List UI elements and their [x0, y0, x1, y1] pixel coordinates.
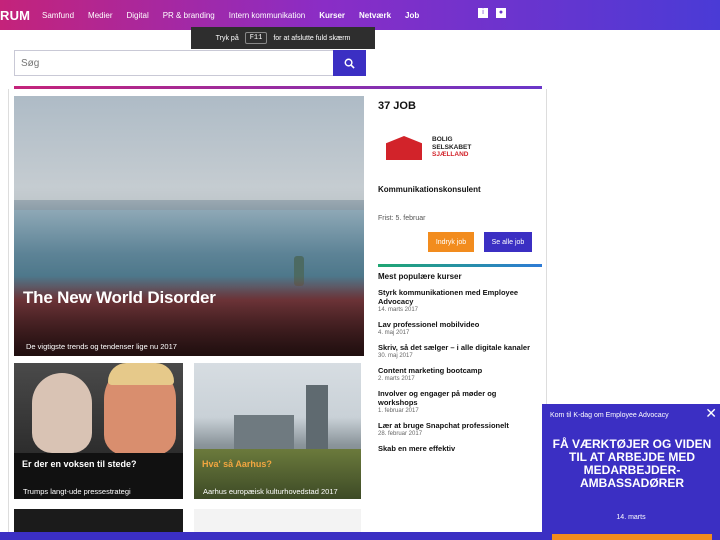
header-icons: i ●: [478, 8, 506, 18]
card-caption: Aarhus europæisk kulturhovedstad 2017: [203, 487, 338, 496]
company-line-1: BOLIG: [432, 136, 453, 143]
all-jobs-button[interactable]: Se alle job: [484, 232, 532, 252]
course-item[interactable]: Skab en mere effektiv: [378, 444, 538, 453]
course-item[interactable]: Content marketing bootcamp 2. marts 2017: [378, 366, 538, 382]
course-list: Styrk kommunikationen med Employee Advoc…: [378, 288, 538, 460]
promo-signup-button[interactable]: [552, 534, 712, 540]
search-box: [14, 50, 366, 76]
course-title[interactable]: Styrk kommunikationen med Employee Advoc…: [378, 288, 538, 306]
trump-hair: [108, 363, 174, 385]
course-date: 28. februar 2017: [378, 431, 423, 437]
company-name: BOLIG SELSKABET SJÆLLAND: [432, 136, 471, 159]
course-title[interactable]: Skab en mere effektiv: [378, 444, 538, 453]
user-icon[interactable]: ●: [496, 8, 506, 18]
job-count[interactable]: 37 JOB: [378, 100, 542, 112]
search-icon: [344, 58, 355, 69]
nav-item-kurser[interactable]: Kurser: [319, 11, 345, 20]
site-logo[interactable]: RUM: [0, 8, 40, 23]
nav-item-netvaerk[interactable]: Netværk: [359, 11, 391, 20]
promo-banner[interactable]: Kom til K-dag om Employee Advocacy ✕ FÅ …: [542, 404, 720, 540]
house-logo-icon: [386, 136, 422, 160]
course-title[interactable]: Involver og engager på møder og workshop…: [378, 389, 538, 407]
article-card-aarhus[interactable]: Hva' så Aarhus? Aarhus europæisk kulturh…: [194, 363, 361, 499]
nav-item-pr-branding[interactable]: PR & branding: [163, 11, 215, 20]
card-caption: Trumps langt-ude pressestrategi: [23, 487, 131, 496]
course-date: 1. februar 2017: [378, 408, 419, 414]
main-nav: Samfund Medier Digital PR & branding Int…: [42, 11, 433, 20]
fullscreen-notice: Tryk på F11 for at afslutte fuld skærm: [191, 27, 375, 49]
aarhus-tower: [306, 385, 328, 451]
courses-heading: Mest populære kurser: [378, 272, 462, 281]
nav-item-medier[interactable]: Medier: [88, 11, 112, 20]
promo-headline: FÅ VÆRKTØJER OG VIDEN TIL AT ARBEJDE MED…: [552, 437, 712, 490]
company-line-3: SJÆLLAND: [432, 151, 469, 158]
nav-item-digital[interactable]: Digital: [126, 11, 148, 20]
fullscreen-suffix: for at afslutte fuld skærm: [273, 34, 351, 42]
hero-subtitle: De vigtigste trends og tendenser lige nu…: [26, 342, 177, 351]
promo-date: 14. marts: [616, 514, 646, 521]
nav-item-samfund[interactable]: Samfund: [42, 11, 74, 20]
course-date: 14. marts 2017: [378, 307, 419, 313]
job-title[interactable]: Kommunikationskonsulent: [378, 185, 481, 194]
course-date: 2. marts 2017: [378, 376, 415, 382]
section-divider: [378, 264, 542, 267]
fullscreen-prefix: Tryk på: [215, 34, 239, 42]
close-icon[interactable]: ✕: [705, 406, 717, 420]
company-line-2: SELSKABET: [432, 143, 472, 151]
course-title[interactable]: Content marketing bootcamp: [378, 366, 538, 375]
card-title[interactable]: Hva' så Aarhus?: [194, 457, 280, 471]
course-item[interactable]: Lær at bruge Snapchat professionelt 28. f…: [378, 421, 538, 437]
search-input[interactable]: [15, 51, 335, 75]
promo-tagline: Kom til K-dag om Employee Advocacy: [550, 412, 669, 419]
course-item[interactable]: Styrk kommunikationen med Employee Advoc…: [378, 288, 538, 313]
nav-item-job[interactable]: Job: [405, 11, 419, 20]
course-item[interactable]: Involver og engager på møder og workshop…: [378, 389, 538, 414]
course-item[interactable]: Skriv, så det sælger – i alle digitale k…: [378, 343, 538, 359]
hero-article[interactable]: The New World Disorder De vigtigste tren…: [14, 96, 364, 356]
search-button[interactable]: [333, 50, 366, 76]
hero-title[interactable]: The New World Disorder: [23, 288, 216, 308]
post-job-button[interactable]: Indryk job: [428, 232, 474, 252]
course-date: 4. maj 2017: [378, 330, 410, 336]
course-date: 30. maj 2017: [378, 353, 413, 359]
info-icon[interactable]: i: [478, 8, 488, 18]
f11-key: F11: [244, 32, 268, 44]
company-logo[interactable]: BOLIG SELSKABET SJÆLLAND: [386, 134, 486, 164]
top-navigation-bar: RUM Samfund Medier Digital PR & branding…: [0, 0, 720, 30]
course-title[interactable]: Lær at bruge Snapchat professionelt: [378, 421, 538, 430]
article-card-trump[interactable]: Er der en voksen til stede? Trumps langt…: [14, 363, 183, 499]
bottom-strip: [0, 532, 542, 540]
spicer-photo: [32, 373, 92, 453]
course-title[interactable]: Lav professionel mobilvideo: [378, 320, 538, 329]
aarhus-building: [234, 415, 294, 453]
card-title[interactable]: Er der en voksen til stede?: [14, 457, 145, 471]
job-deadline: Frist: 5. februar: [378, 215, 426, 222]
course-title[interactable]: Skriv, så det sælger – i alle digitale k…: [378, 343, 538, 352]
nav-item-intern-kommunikation[interactable]: Intern kommunikation: [229, 11, 305, 20]
sidebar: 37 JOB BOLIG SELSKABET SJÆLLAND Kommunik…: [376, 90, 542, 540]
course-item[interactable]: Lav professionel mobilvideo 4. maj 2017: [378, 320, 538, 336]
